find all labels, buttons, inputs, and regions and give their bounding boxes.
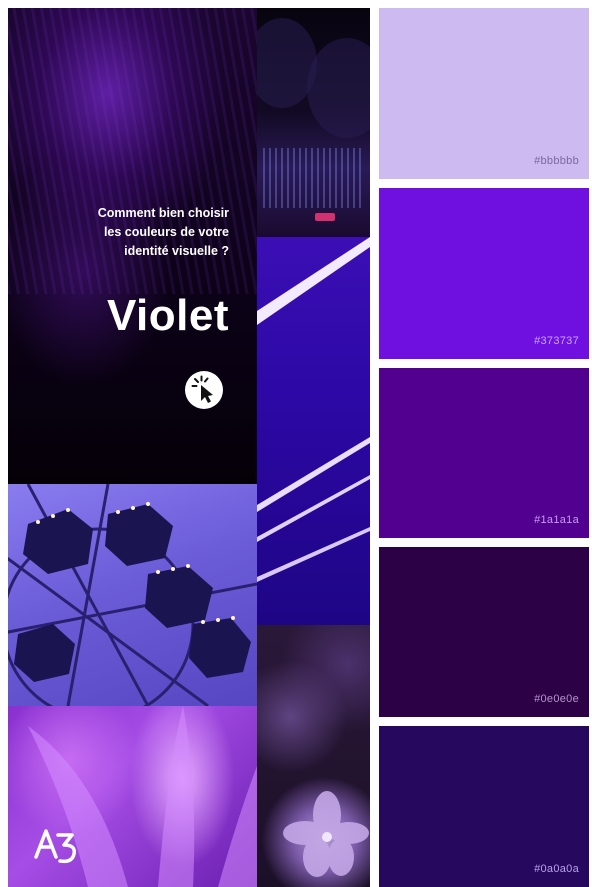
violet-laser-beams-photo xyxy=(257,237,370,625)
night-street-photo xyxy=(257,8,370,237)
color-swatch: #373737 xyxy=(379,188,589,359)
hero-panel: Comment bien choisir les couleurs de vot… xyxy=(8,8,257,484)
a3-logo-icon xyxy=(34,829,77,864)
color-swatch: #bbbbbb xyxy=(379,8,589,179)
violet-flowers-photo xyxy=(257,625,370,887)
color-swatch: #0a0a0a xyxy=(379,726,589,887)
ferris-wheel-shape xyxy=(8,484,257,706)
swatch-code: #373737 xyxy=(534,335,579,347)
tree-shape xyxy=(307,38,370,138)
swatch-code: #0e0e0e xyxy=(534,693,579,705)
page-title: Violet xyxy=(106,291,229,340)
laser-beams xyxy=(257,237,370,582)
flower-shape xyxy=(283,791,369,877)
swatch-code: #bbbbbb xyxy=(534,155,579,167)
color-swatch: #1a1a1a xyxy=(379,368,589,538)
cursor-click-icon xyxy=(191,375,213,403)
color-swatch: #0e0e0e xyxy=(379,547,589,717)
intro-text: Comment bien choisir les couleurs de vot… xyxy=(97,206,229,258)
ferris-wheel-photo xyxy=(8,484,257,706)
street-lights xyxy=(263,148,363,208)
swatch-code: #1a1a1a xyxy=(534,514,579,526)
cursor-click-button[interactable] xyxy=(185,371,223,409)
swatch-code: #0a0a0a xyxy=(534,863,579,875)
purple-petals-photo xyxy=(8,706,257,887)
car-light xyxy=(315,213,335,221)
